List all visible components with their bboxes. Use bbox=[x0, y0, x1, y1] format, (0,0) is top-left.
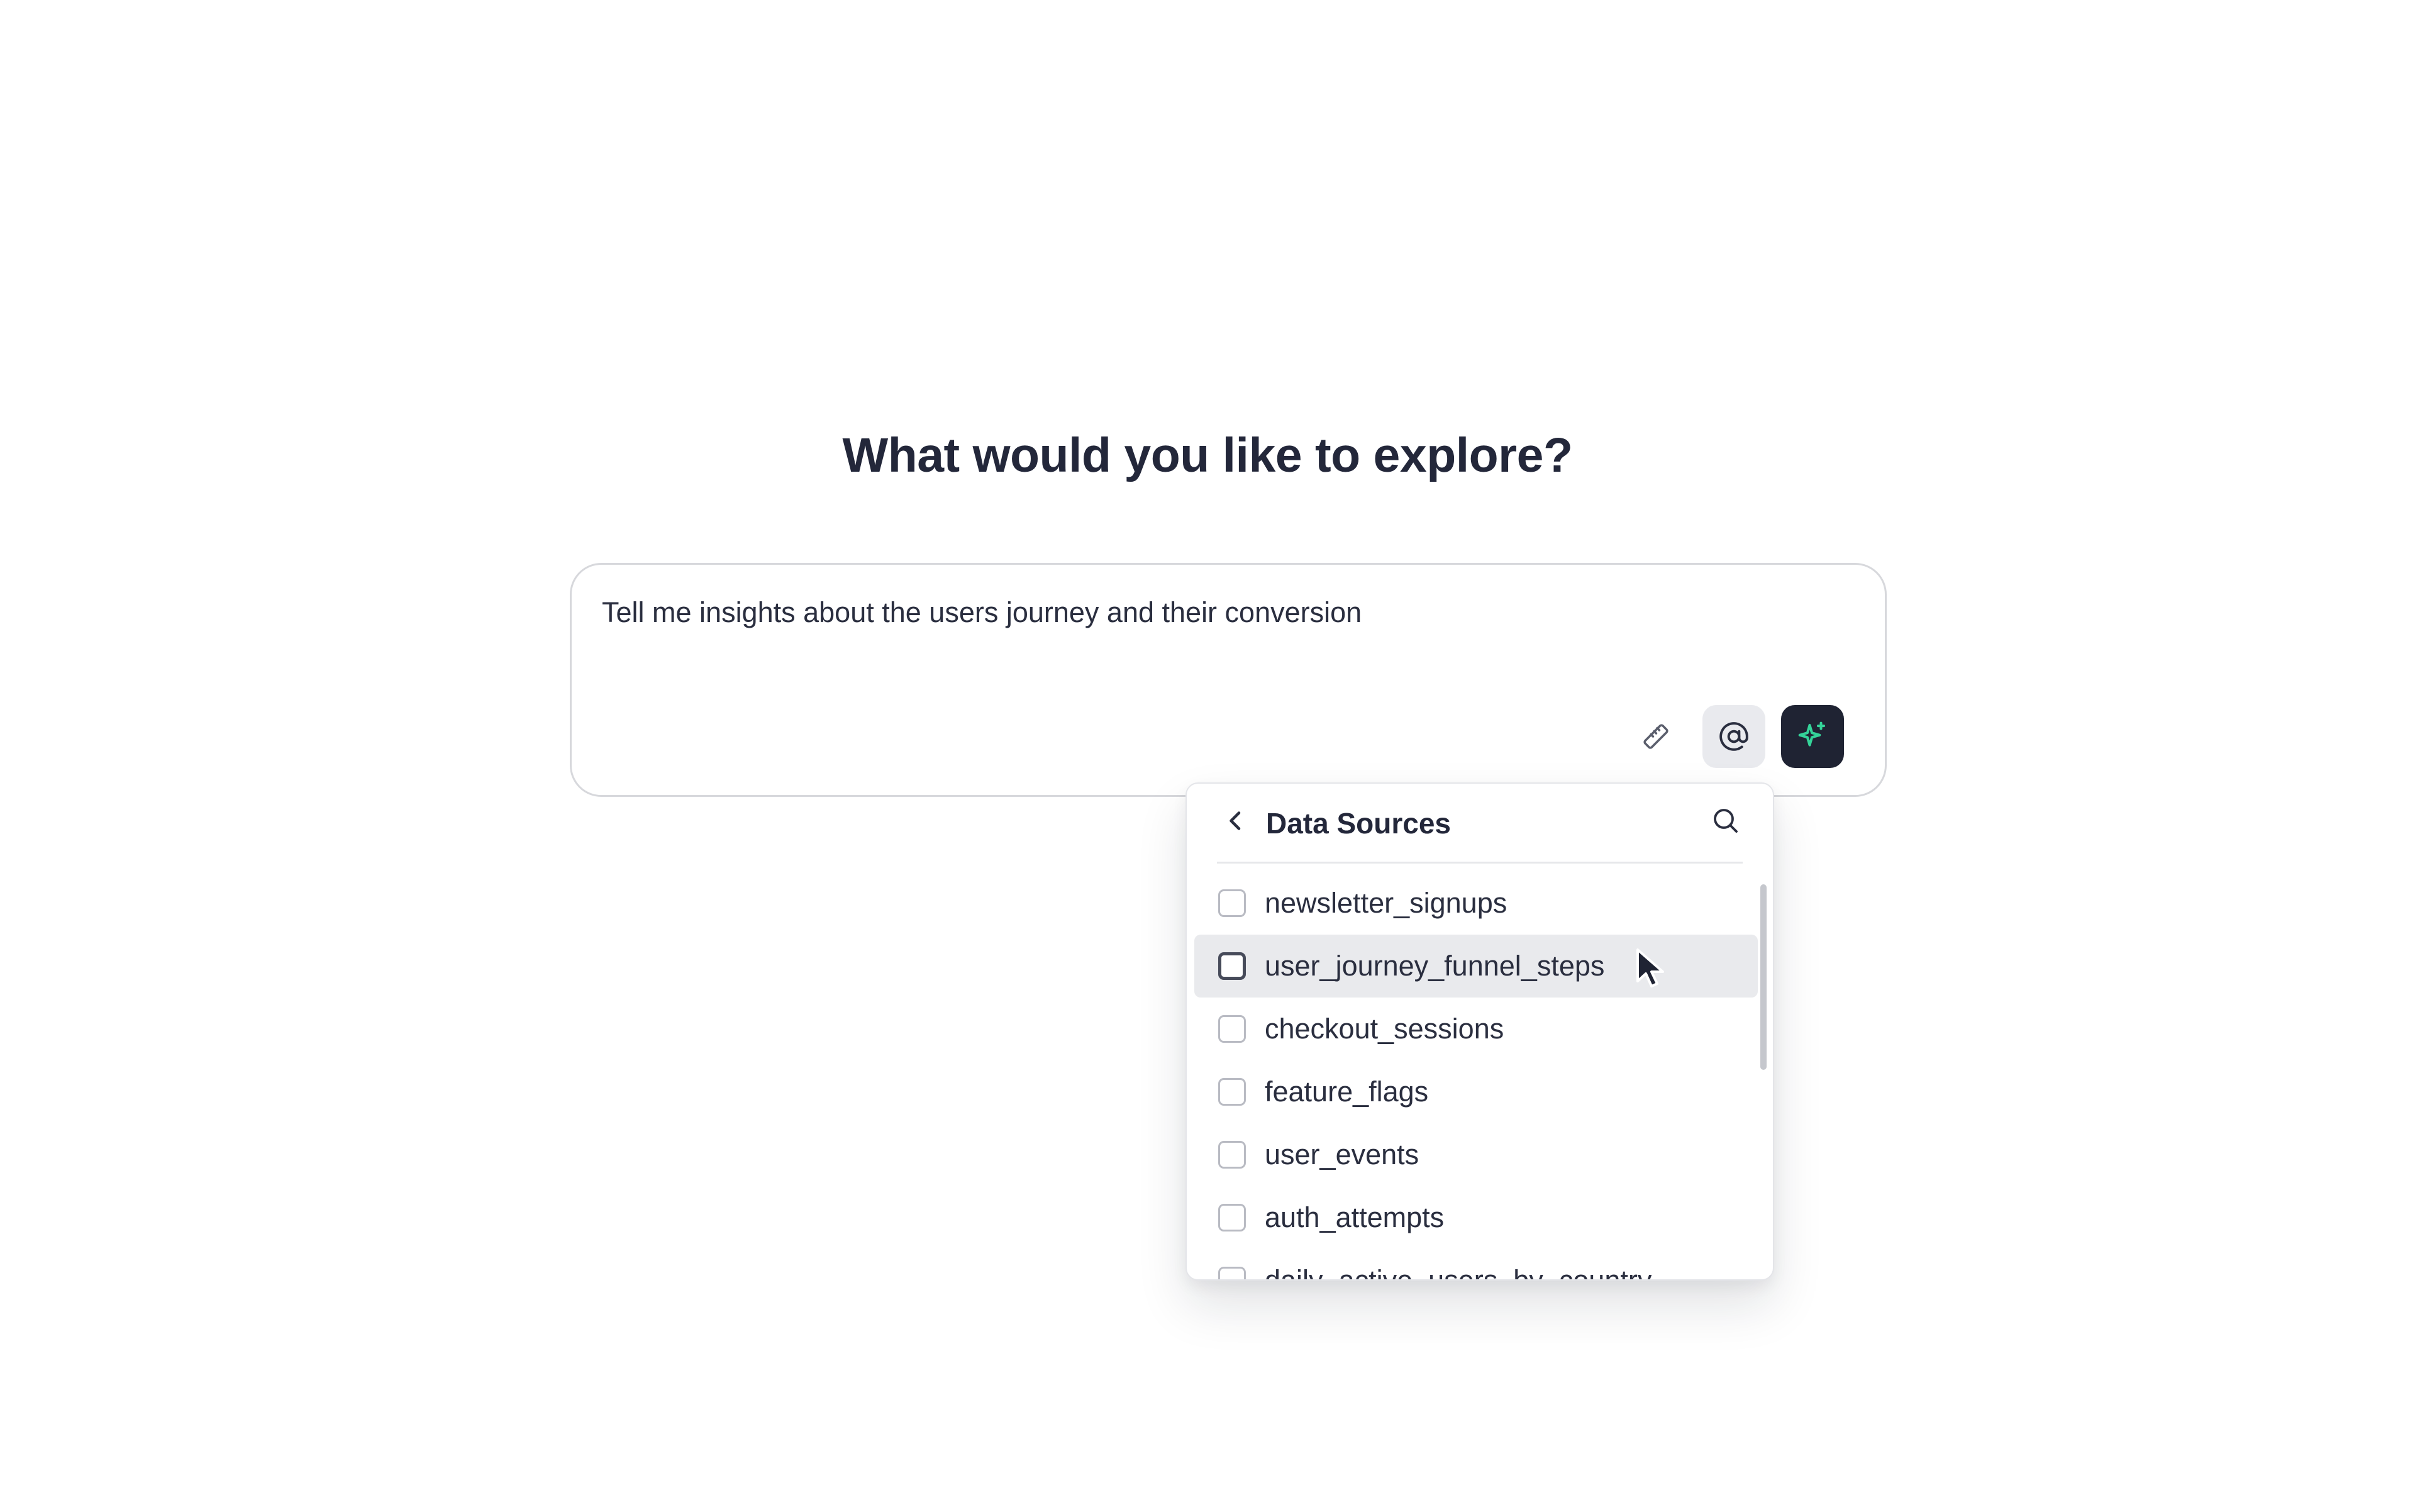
page-title: What would you like to explore? bbox=[842, 428, 1573, 482]
list-item[interactable]: newsletter_signups bbox=[1194, 872, 1758, 935]
item-label: auth_attempts bbox=[1265, 1201, 1445, 1233]
dropdown-header: Data Sources bbox=[1217, 784, 1743, 864]
at-sign-icon bbox=[1718, 721, 1750, 752]
sparkles-icon bbox=[1796, 720, 1829, 753]
list-item[interactable]: daily_active_users_by_country bbox=[1194, 1249, 1758, 1279]
mouse-cursor-icon bbox=[1634, 947, 1674, 991]
prompt-input[interactable]: Tell me insights about the users journey… bbox=[602, 596, 1362, 629]
data-source-list[interactable]: newsletter_signups user_journey_funnel_s… bbox=[1194, 872, 1758, 1279]
checkbox[interactable] bbox=[1218, 1267, 1246, 1279]
dropdown-title: Data Sources bbox=[1266, 807, 1452, 840]
list-item[interactable]: auth_attempts bbox=[1194, 1186, 1758, 1249]
ruler-button[interactable] bbox=[1624, 705, 1687, 768]
item-label: checkout_sessions bbox=[1265, 1013, 1504, 1045]
item-label: newsletter_signups bbox=[1265, 887, 1507, 919]
list-item[interactable]: checkout_sessions bbox=[1194, 998, 1758, 1060]
search-icon bbox=[1710, 805, 1740, 838]
scrollbar[interactable] bbox=[1760, 884, 1767, 1070]
checkbox[interactable] bbox=[1218, 1078, 1246, 1106]
item-label: user_events bbox=[1265, 1138, 1419, 1170]
item-label: user_journey_funnel_steps bbox=[1265, 950, 1605, 982]
item-label: feature_flags bbox=[1265, 1076, 1429, 1108]
search-button[interactable] bbox=[1707, 804, 1743, 839]
chevron-left-icon bbox=[1226, 808, 1245, 837]
data-sources-dropdown: Data Sources newsletter_signups user_jou… bbox=[1185, 782, 1774, 1281]
mention-button[interactable] bbox=[1702, 705, 1765, 768]
checkbox[interactable] bbox=[1218, 1141, 1246, 1169]
checkbox[interactable] bbox=[1218, 889, 1246, 917]
list-item[interactable]: user_events bbox=[1194, 1123, 1758, 1186]
item-label: daily_active_users_by_country bbox=[1265, 1264, 1652, 1279]
ruler-icon bbox=[1640, 721, 1672, 752]
list-item[interactable]: feature_flags bbox=[1194, 1060, 1758, 1123]
checkbox[interactable] bbox=[1218, 1015, 1246, 1043]
checkbox[interactable] bbox=[1218, 952, 1246, 980]
back-button[interactable] bbox=[1223, 808, 1248, 837]
prompt-box[interactable]: Tell me insights about the users journey… bbox=[570, 563, 1887, 797]
checkbox[interactable] bbox=[1218, 1204, 1246, 1231]
submit-button[interactable] bbox=[1781, 705, 1844, 768]
